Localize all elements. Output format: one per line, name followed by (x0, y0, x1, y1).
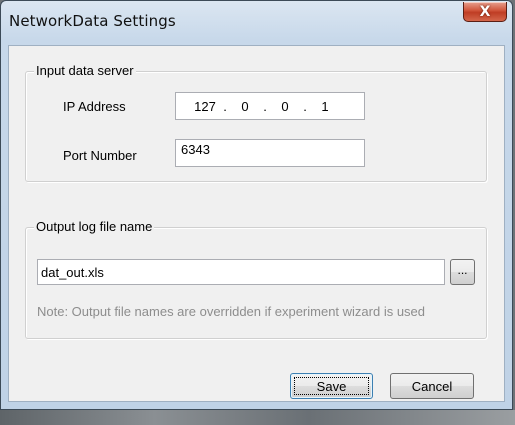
output-group-legend: Output log file name (34, 219, 155, 234)
close-button[interactable]: X (463, 2, 507, 22)
settings-dialog: NetworkData Settings X Input data server… (0, 0, 513, 410)
input-group-legend: Input data server (34, 63, 136, 78)
ip-octet-4[interactable]: 1 (308, 99, 342, 114)
window-title: NetworkData Settings (9, 12, 176, 30)
browse-label: ... (457, 263, 468, 277)
output-note-text: Note: Output file names are overridden i… (37, 304, 426, 319)
close-icon: X (479, 3, 491, 20)
save-button[interactable]: Save (290, 373, 373, 399)
desktop-background (0, 410, 515, 425)
port-number-label: Port Number (63, 148, 137, 163)
ip-octet-1[interactable]: 127 (188, 99, 222, 114)
browse-button[interactable]: ... (450, 259, 475, 285)
title-bar[interactable]: NetworkData Settings X (1, 1, 512, 45)
port-number-field[interactable]: 6343 (175, 139, 365, 167)
ip-address-field[interactable]: 127 . 0 . 0 . 1 (175, 92, 365, 120)
dialog-body: Input data server IP Address 127 . 0 . 0… (8, 45, 505, 402)
ip-octet-3[interactable]: 0 (268, 99, 302, 114)
input-data-server-group: Input data server IP Address 127 . 0 . 0… (25, 63, 487, 182)
ip-address-label: IP Address (63, 99, 126, 114)
cancel-button[interactable]: Cancel (390, 373, 474, 399)
output-file-field[interactable]: dat_out.xls (37, 259, 445, 285)
cancel-label: Cancel (411, 378, 453, 394)
output-log-file-group: Output log file name dat_out.xls ... Not… (25, 219, 487, 339)
save-label: Save (316, 378, 347, 394)
ip-octet-2[interactable]: 0 (228, 99, 262, 114)
